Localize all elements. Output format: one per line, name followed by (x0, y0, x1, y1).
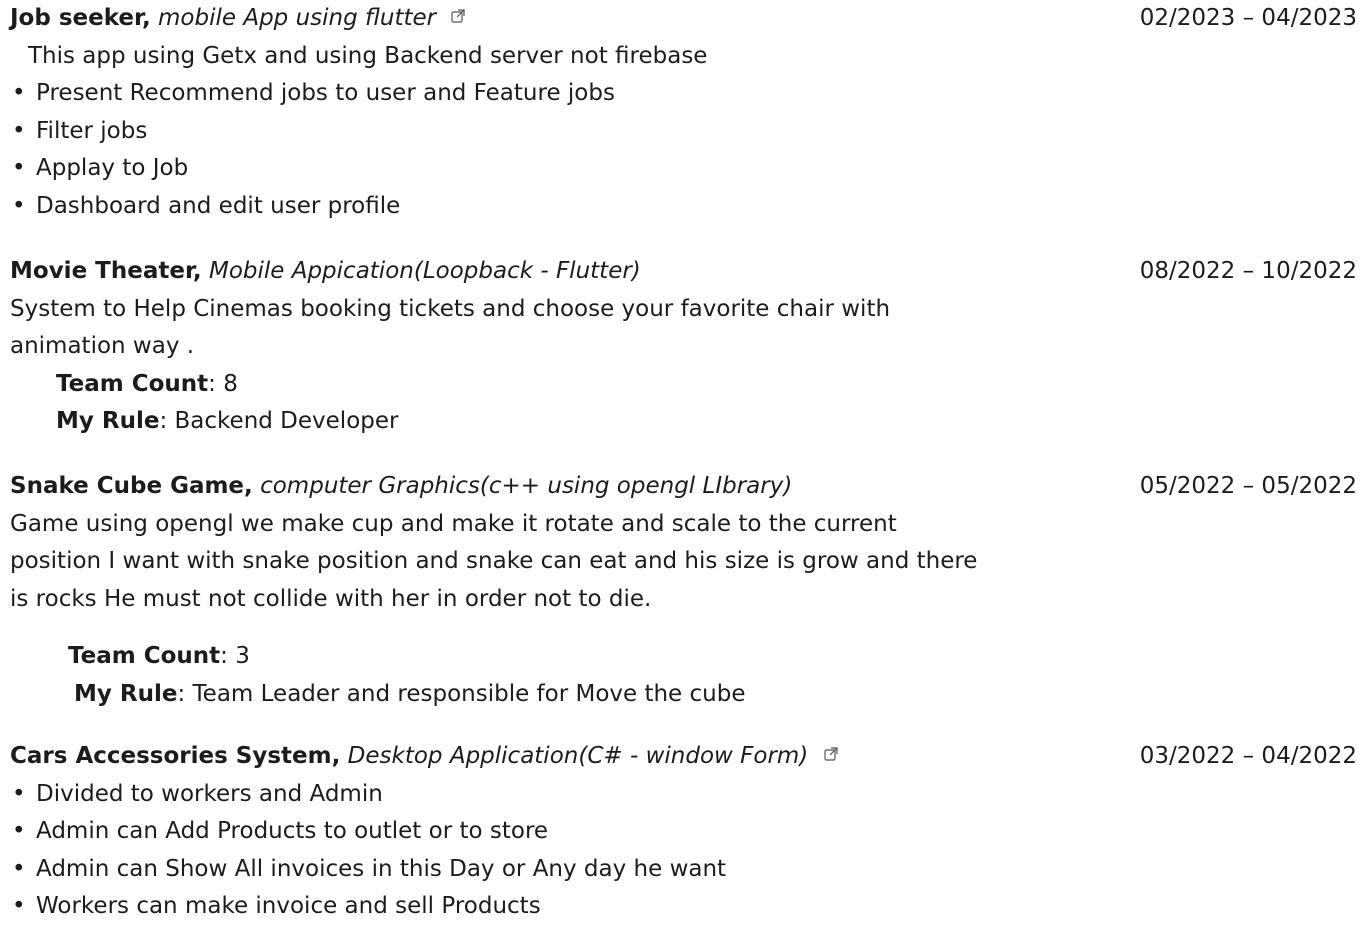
list-item: Filter jobs (10, 113, 1367, 151)
team-count: Team Count: 3 (68, 638, 1367, 676)
project-title: Cars Accessories System, (10, 743, 341, 769)
project-description-line: is rocks He must not collide with her in… (10, 585, 652, 612)
feature-list: Present Recommend jobs to user and Featu… (10, 75, 1367, 225)
list-item: Divided to workers and Admin (10, 776, 1367, 814)
project-job-seeker: Job seeker, mobile App using flutter 02/… (10, 0, 1367, 226)
project-dates: 08/2022 – 10/2022 (1139, 258, 1357, 284)
project-description-line: System to Help Cinemas booking tickets a… (10, 295, 891, 322)
role: My Rule: Backend Developer (56, 403, 1367, 441)
team-count-label: Team Count (56, 370, 209, 397)
project-header: Snake Cube Game, computer Graphics(c++ u… (10, 468, 1367, 506)
list-item: Applay to Job (10, 150, 1367, 188)
team-count-value: : 8 (208, 370, 238, 397)
project-subtitle: computer Graphics(c++ using opengl LIbra… (260, 473, 793, 499)
project-dates: 03/2022 – 04/2022 (1139, 743, 1357, 769)
project-title: Job seeker, (10, 5, 151, 31)
project-cars-accessories-system: Cars Accessories System, Desktop Applica… (10, 738, 1367, 926)
project-subtitle: Mobile Appication(Loopback - Flutter) (208, 258, 641, 284)
role-value: : Team Leader and responsible for Move t… (177, 680, 746, 707)
project-title: Movie Theater, (10, 258, 202, 284)
project-dates: 02/2023 – 04/2023 (1139, 5, 1357, 31)
role-label: My Rule (56, 408, 160, 435)
project-movie-theater: Movie Theater, Mobile Appication(Loopbac… (10, 253, 1367, 441)
list-item: Present Recommend jobs to user and Featu… (10, 75, 1367, 113)
list-item: Admin can Show All invoices in this Day … (10, 851, 1367, 889)
feature-list: Divided to workers and Admin Admin can A… (10, 776, 1367, 926)
external-link-icon[interactable] (451, 0, 466, 38)
role-label: My Rule (74, 680, 178, 707)
project-header: Cars Accessories System, Desktop Applica… (10, 738, 1367, 776)
list-item: Workers can make invoice and sell Produc… (10, 888, 1367, 926)
team-count-label: Team Count (68, 643, 221, 670)
external-link-icon[interactable] (823, 738, 838, 776)
list-item: Dashboard and edit user profile (10, 188, 1367, 226)
team-count-value: : 3 (220, 643, 250, 670)
project-title: Snake Cube Game, (10, 473, 253, 499)
project-description-line: position I want with snake position and … (10, 548, 978, 575)
project-subtitle: Desktop Application(C# - window Form) (347, 743, 809, 769)
team-count: Team Count: 8 (56, 366, 1367, 404)
project-description-line: animation way . (10, 333, 195, 360)
role: My Rule: Team Leader and responsible for… (74, 676, 1367, 714)
project-intro: This app using Getx and using Backend se… (28, 42, 708, 69)
project-header: Job seeker, mobile App using flutter 02/… (10, 0, 1367, 38)
project-subtitle: mobile App using flutter (158, 5, 437, 31)
project-header: Movie Theater, Mobile Appication(Loopbac… (10, 253, 1367, 291)
project-dates: 05/2022 – 05/2022 (1139, 473, 1357, 499)
project-snake-cube-game: Snake Cube Game, computer Graphics(c++ u… (10, 468, 1367, 714)
role-value: : Backend Developer (159, 408, 399, 435)
project-description-line: Game using opengl we make cup and make i… (10, 510, 897, 537)
list-item: Admin can Add Products to outlet or to s… (10, 813, 1367, 851)
